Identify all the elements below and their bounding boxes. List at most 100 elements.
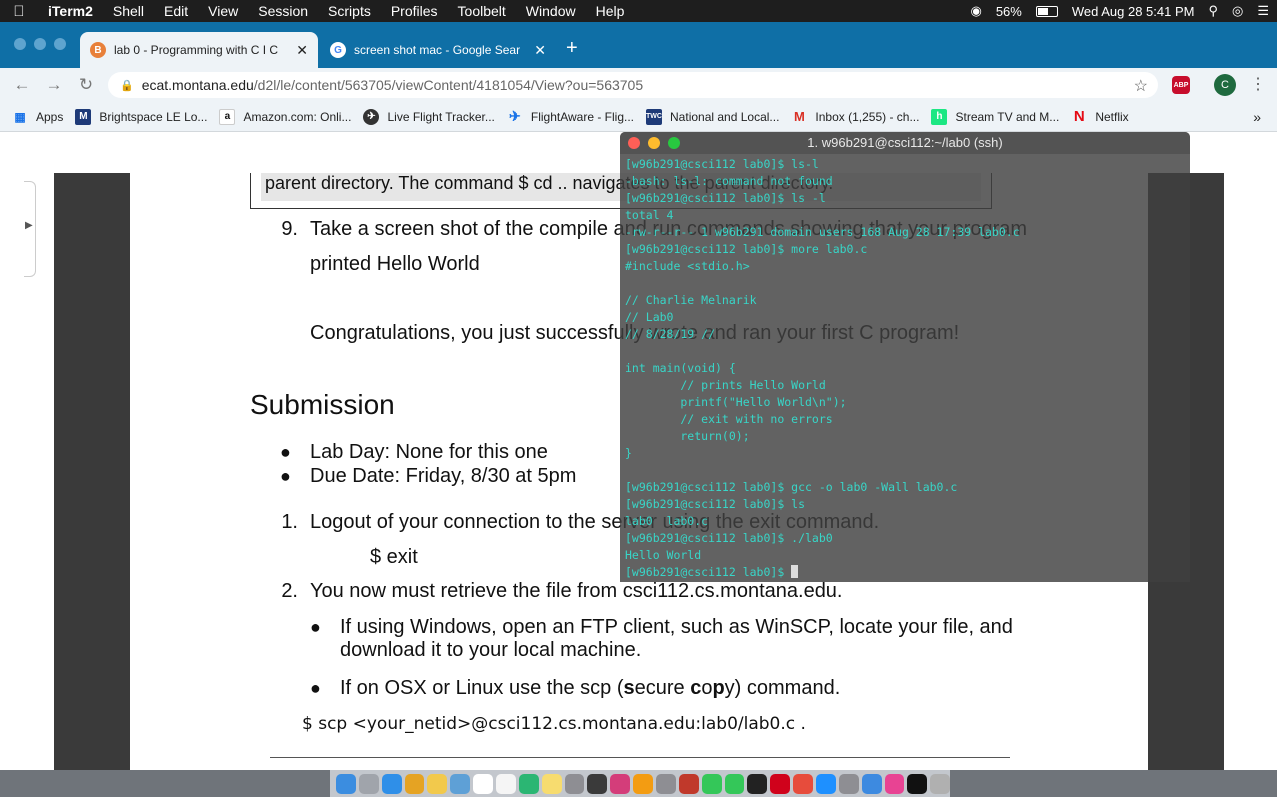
close-window-button[interactable] — [628, 137, 640, 149]
bookmark-hulu[interactable]: h Stream TV and M... — [931, 108, 1060, 125]
due-date-text: Due Date: Friday, 8/30 at 5pm — [310, 465, 577, 487]
bookmark-netflix[interactable]: N Netflix — [1071, 108, 1129, 125]
osx-text-bold-s: s — [623, 677, 635, 699]
bookmark-label: Amazon.com: Onli... — [243, 109, 352, 124]
bookmark-amazon[interactable]: a Amazon.com: Onli... — [219, 108, 352, 125]
bookmarks-overflow-icon[interactable]: » — [1253, 109, 1261, 125]
facetime-icon[interactable] — [724, 773, 745, 794]
terminal-icon[interactable] — [747, 773, 768, 794]
bookmark-flight-tracker[interactable]: ✈ Live Flight Tracker... — [363, 108, 495, 125]
app-store-icon[interactable] — [816, 773, 836, 794]
launchpad-icon[interactable] — [358, 773, 379, 794]
preview-icon[interactable] — [450, 773, 471, 794]
finder-icon[interactable] — [336, 773, 356, 794]
notes-icon[interactable] — [427, 773, 448, 794]
battery-icon[interactable] — [1035, 5, 1058, 17]
dock — [330, 770, 951, 797]
address-bar[interactable]: 🔒 ecat.montana.edu/d2l/le/content/563705… — [108, 72, 1158, 98]
notification-center-icon[interactable]: ☰ — [1257, 3, 1269, 19]
terminal-prompt-line[interactable]: [w96b291@csci112 lab0]$ — [625, 564, 1185, 581]
wifi-icon[interactable]: ◉ — [970, 3, 981, 19]
tab-lab0[interactable]: B lab 0 - Programming with C I C ✕ — [80, 32, 318, 68]
menu-scripts[interactable]: Scripts — [318, 3, 381, 19]
terminal-line: total 4 — [625, 208, 674, 222]
chrome-menu-icon[interactable]: ⋮ — [1250, 74, 1266, 94]
bookmark-label: National and Local... — [670, 109, 780, 124]
menu-session[interactable]: Session — [248, 3, 318, 19]
photo-booth-icon[interactable] — [678, 773, 699, 794]
lock-icon[interactable]: 🔒 — [120, 79, 134, 92]
menu-toolbelt[interactable]: Toolbelt — [448, 3, 516, 19]
bookmark-gmail[interactable]: M Inbox (1,255) - ch... — [791, 109, 919, 125]
photos-icon[interactable] — [633, 773, 654, 794]
profile-avatar[interactable]: C — [1214, 74, 1236, 96]
safari-icon[interactable] — [381, 773, 402, 794]
terminal-line: [w96b291@csci112 lab0]$ more lab0.c — [625, 242, 868, 256]
terminal-line: [w96b291@csci112 lab0]$ ls-l — [625, 157, 819, 171]
no-entry-icon[interactable] — [793, 773, 814, 794]
menu-profiles[interactable]: Profiles — [381, 3, 448, 19]
menu-app-name[interactable]: iTerm2 — [38, 3, 103, 19]
osx-text-bold-p: p — [712, 677, 725, 699]
menu-window[interactable]: Window — [516, 3, 586, 19]
tab-google-search[interactable]: G screen shot mac - Google Sear ✕ — [320, 32, 556, 68]
minimize-window-button[interactable] — [648, 137, 660, 149]
spotlight-search-icon[interactable]: ⚲ — [1208, 3, 1218, 19]
terminal-line: [w96b291@csci112 lab0]$ ./lab0 — [625, 531, 833, 545]
terminal-line: Hello World — [625, 548, 702, 562]
reload-icon[interactable]: ↻ — [70, 75, 102, 95]
parallels-icon[interactable] — [770, 773, 791, 794]
iterm-window[interactable]: 1. w96b291@csci112:~/lab0 (ssh) [w96b291… — [620, 132, 1190, 582]
apple-menu-icon[interactable]:  — [0, 3, 38, 20]
window-minimize-button[interactable] — [34, 38, 46, 50]
textedit-icon[interactable] — [496, 773, 516, 794]
sidebar-toggle[interactable]: ▶ — [24, 181, 36, 277]
chevron-right-icon: ▶ — [25, 220, 33, 231]
window-zoom-button[interactable] — [54, 38, 66, 50]
adblock-plus-icon[interactable]: ABP — [1172, 76, 1190, 94]
siri-icon[interactable]: ◎ — [1232, 3, 1243, 19]
itunes-icon[interactable] — [884, 773, 905, 794]
intellij-icon[interactable] — [610, 773, 631, 794]
bookmark-star-icon[interactable]: ☆ — [1134, 76, 1148, 96]
messages-icon[interactable] — [701, 773, 722, 794]
bookmark-weather[interactable]: TWC National and Local... — [646, 108, 780, 125]
apps-grid-icon: ▦ — [14, 109, 26, 124]
osx-text-ecure: ecure — [634, 677, 691, 699]
clock[interactable]: Wed Aug 28 5:41 PM — [1072, 4, 1195, 19]
iterm-title-bar[interactable]: 1. w96b291@csci112:~/lab0 (ssh) — [620, 132, 1190, 154]
chrome-icon[interactable] — [404, 773, 425, 794]
activity-monitor-icon[interactable] — [587, 773, 608, 794]
menu-help[interactable]: Help — [586, 3, 635, 19]
back-icon[interactable]: ← — [6, 75, 38, 95]
system-preferences-icon[interactable] — [838, 773, 859, 794]
disk-utility-icon[interactable] — [564, 773, 585, 794]
bookmark-label: Stream TV and M... — [955, 109, 1060, 124]
window-close-button[interactable] — [14, 38, 26, 50]
iterm-icon[interactable] — [907, 773, 928, 794]
bookmark-brightspace[interactable]: M Brightspace LE Lo... — [75, 108, 207, 125]
menu-edit[interactable]: Edit — [154, 3, 198, 19]
system-prefs-icon[interactable] — [656, 773, 676, 794]
forward-icon[interactable]: → — [38, 75, 70, 95]
pycharm-icon[interactable] — [518, 773, 539, 794]
mail-icon[interactable] — [861, 773, 882, 794]
close-tab-icon[interactable]: ✕ — [534, 42, 546, 59]
terminal-line: [w96b291@csci112 lab0]$ gcc -o lab0 -Wal… — [625, 480, 958, 494]
bookmark-flightaware[interactable]: ✈ FlightAware - Flig... — [507, 108, 634, 125]
calendar-icon[interactable] — [473, 773, 494, 794]
close-tab-icon[interactable]: ✕ — [296, 42, 308, 59]
terminal-output[interactable]: [w96b291@csci112 lab0]$ ls-l -bash: ls-l… — [620, 154, 1190, 582]
new-tab-button[interactable]: + — [566, 38, 578, 58]
terminal-line: -rw-r--r-- 1 w96b291 domain users 168 Au… — [625, 225, 1020, 239]
browser-toolbar: ← → ↻ 🔒 ecat.montana.edu/d2l/le/content/… — [0, 68, 1277, 102]
menu-view[interactable]: View — [198, 3, 248, 19]
terminal-line: int main(void) { — [625, 361, 736, 375]
zoom-window-button[interactable] — [668, 137, 680, 149]
menu-shell[interactable]: Shell — [103, 3, 154, 19]
bookmark-apps[interactable]: ▦ Apps — [12, 109, 63, 125]
stickies-icon[interactable] — [541, 773, 562, 794]
trash-icon[interactable] — [930, 773, 951, 794]
osx-text-pre: If on OSX or Linux use the scp ( — [340, 677, 624, 699]
